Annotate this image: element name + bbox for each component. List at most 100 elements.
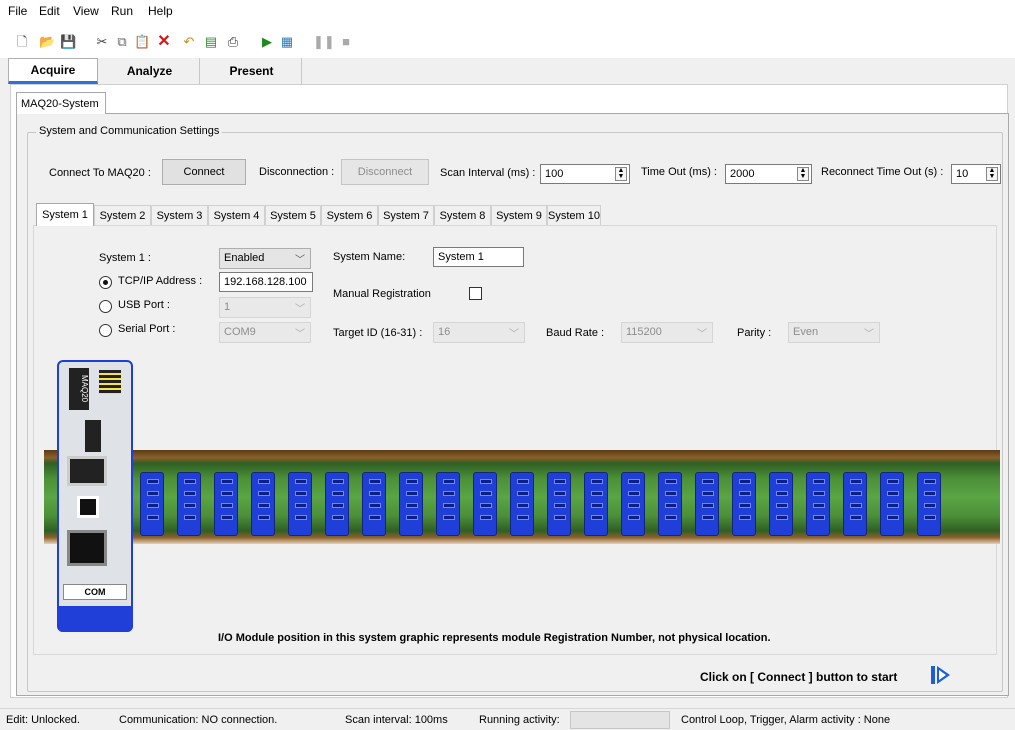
terminal-slot [591, 503, 603, 508]
tab-system-8[interactable]: System 8 [434, 205, 491, 225]
print-icon[interactable]: ⎙ [225, 34, 241, 50]
com-label: COM [63, 584, 127, 600]
config-icon[interactable]: ▦ [279, 34, 295, 50]
terminal-slot [332, 503, 344, 508]
terminal-slot [443, 503, 455, 508]
terminal-slot [776, 515, 788, 520]
terminal-slot [924, 491, 936, 496]
io-module-slot [806, 472, 830, 536]
delete-icon[interactable]: ✕ [156, 34, 172, 50]
timeout-stepper[interactable]: 2000 ▲ ▼ [725, 164, 812, 184]
stop-icon[interactable]: ■ [338, 34, 354, 50]
io-module-slot [140, 472, 164, 536]
io-module-slot [214, 472, 238, 536]
terminal-slot [665, 479, 677, 484]
menu-view[interactable]: View [73, 4, 99, 18]
terminal-slot [443, 479, 455, 484]
disconnect-button[interactable]: Disconnect [341, 159, 429, 185]
serial-radio[interactable] [99, 324, 112, 337]
terminal-slot [295, 503, 307, 508]
terminal-slot [369, 515, 381, 520]
spin-arrows-icon[interactable]: ▲ ▼ [615, 167, 627, 181]
tab-system-5[interactable]: System 5 [265, 205, 321, 225]
save-icon[interactable]: 💾 [60, 34, 76, 50]
reconnect-timeout-value: 10 [956, 168, 969, 180]
tab-analyze[interactable]: Analyze [100, 58, 200, 84]
tab-system-4[interactable]: System 4 [208, 205, 265, 225]
open-icon[interactable]: 📂 [39, 34, 55, 50]
terminal-slot [776, 503, 788, 508]
io-module-slot [880, 472, 904, 536]
status-scan-interval: Scan interval: 100ms [345, 714, 448, 726]
tab-system-10[interactable]: System 10 [547, 205, 601, 225]
connect-button[interactable]: Connect [162, 159, 246, 185]
status-control-loop: Control Loop, Trigger, Alarm activity : … [681, 714, 891, 726]
terminal-slot [443, 515, 455, 520]
copy-icon[interactable]: ⧉ [114, 34, 130, 50]
tab-system-9[interactable]: System 9 [491, 205, 547, 225]
io-module-slot [732, 472, 756, 536]
tcpip-radio[interactable] [99, 276, 112, 289]
menu-file[interactable]: File [8, 4, 27, 18]
baud-rate-label: Baud Rate : [546, 327, 605, 339]
document-tab[interactable]: MAQ20-System [16, 92, 106, 114]
tab-present[interactable]: Present [202, 58, 302, 84]
serial-port-select[interactable]: COM9 ﹀ [219, 322, 311, 343]
graphic-note: I/O Module position in this system graph… [218, 632, 771, 644]
system-enable-label: System 1 : [99, 252, 151, 264]
terminal-slot [221, 503, 233, 508]
tcpip-address-input[interactable]: 192.168.128.100 [219, 272, 313, 292]
menu-run[interactable]: Run [111, 4, 133, 18]
scan-interval-value: 100 [545, 168, 564, 180]
run-icon[interactable]: ▶ [259, 34, 275, 50]
usb-radio[interactable] [99, 300, 112, 313]
tab-system-1[interactable]: System 1 [36, 203, 94, 226]
system-enable-select[interactable]: Enabled ﹀ [219, 248, 311, 269]
menu-help[interactable]: Help [148, 4, 173, 18]
terminal-slot [332, 491, 344, 496]
pause-icon[interactable]: ❚❚ [313, 34, 335, 50]
terminal-slot [739, 503, 751, 508]
undo-icon[interactable]: ↶ [181, 34, 197, 50]
status-leds-icon [99, 370, 121, 394]
spin-arrows-icon[interactable]: ▲ ▼ [797, 167, 809, 181]
chevron-down-icon: ﹀ [864, 329, 874, 340]
terminal-slot [739, 479, 751, 484]
paste-icon[interactable]: 📋 [134, 34, 150, 50]
usb-port-select[interactable]: 1 ﹀ [219, 297, 311, 318]
menu-bar: File Edit View Run Help [0, 0, 1015, 22]
connect-label: Connect To MAQ20 : [49, 167, 151, 179]
chevron-down-icon: ﹀ [697, 329, 707, 340]
terminal-slot [184, 515, 196, 520]
tab-system-2[interactable]: System 2 [94, 205, 151, 225]
tab-system-3[interactable]: System 3 [151, 205, 208, 225]
cut-icon[interactable]: ✂ [94, 34, 110, 50]
reconnect-timeout-stepper[interactable]: 10 ▲ ▼ [951, 164, 1001, 184]
terminal-slot [628, 515, 640, 520]
manual-registration-checkbox[interactable] [469, 287, 482, 300]
terminal-slot [924, 503, 936, 508]
terminal-slot [406, 503, 418, 508]
baud-rate-select[interactable]: 115200 ﹀ [621, 322, 713, 343]
timeout-label: Time Out (ms) : [641, 166, 717, 178]
terminal-slot [480, 479, 492, 484]
tab-system-7[interactable]: System 7 [378, 205, 434, 225]
io-module-slot [584, 472, 608, 536]
manual-registration-label: Manual Registration [333, 288, 431, 300]
menu-edit[interactable]: Edit [39, 4, 60, 18]
duplicate-icon[interactable]: ▤ [203, 34, 219, 50]
system-name-input[interactable]: System 1 [433, 247, 524, 267]
scan-interval-stepper[interactable]: 100 ▲ ▼ [540, 164, 630, 184]
terminal-slot [332, 479, 344, 484]
tab-system-6[interactable]: System 6 [321, 205, 378, 225]
terminal-slot [147, 503, 159, 508]
target-id-select[interactable]: 16 ﹀ [433, 322, 525, 343]
spin-arrows-icon[interactable]: ▲ ▼ [986, 167, 998, 181]
next-arrow-icon[interactable] [930, 664, 952, 686]
chevron-down-icon: ﹀ [295, 329, 305, 340]
parity-select[interactable]: Even ﹀ [788, 322, 880, 343]
terminal-slot [406, 491, 418, 496]
tab-acquire[interactable]: Acquire [8, 58, 98, 84]
terminal-slot [554, 491, 566, 496]
new-icon[interactable]: 🗋 [14, 34, 30, 50]
